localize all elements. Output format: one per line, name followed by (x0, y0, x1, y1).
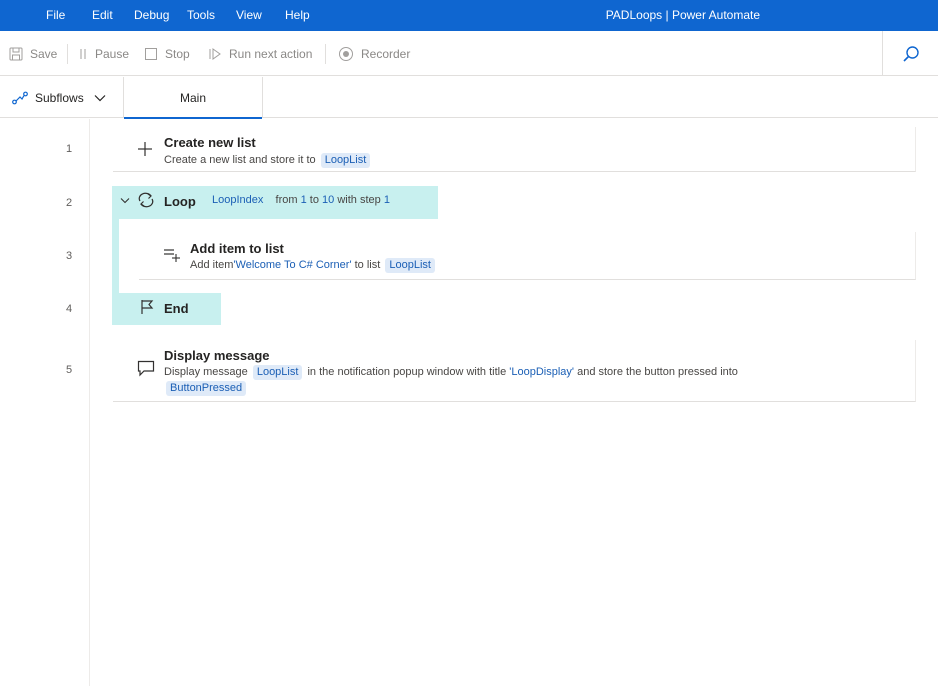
from-text: from (275, 194, 298, 206)
variable-chip[interactable]: LoopIndex (208, 193, 267, 208)
description-text: to list (354, 259, 381, 271)
action-title: Add item to list (190, 241, 284, 256)
pause-label: Pause (95, 46, 130, 61)
description-text: Create a new list and store it to (164, 154, 316, 166)
flow-designer: 1 2 3 4 5 Create new list Create a new l… (0, 119, 938, 686)
plus-icon (138, 142, 152, 156)
flag-icon (141, 300, 154, 314)
action-description: Create a new list and store it to LoopLi… (164, 153, 372, 168)
stop-icon (145, 47, 157, 60)
description-text: in the notification popup window with ti… (307, 366, 507, 378)
action-description: Add item'Welcome To C# Corner' to list L… (190, 258, 437, 273)
menu-view[interactable]: View (236, 0, 262, 31)
save-label: Save (30, 46, 58, 61)
action-title: Create new list (164, 135, 256, 150)
description-text: Add item (190, 259, 234, 271)
pause-icon (80, 48, 86, 59)
description-text: and store the button pressed into (577, 366, 738, 378)
step-text: with step (337, 194, 381, 206)
tab-main[interactable]: Main (124, 77, 263, 119)
description-text: Display message (164, 366, 248, 378)
chevron-down-icon[interactable] (120, 197, 130, 205)
step-forward-icon (209, 47, 221, 60)
variable-chip[interactable]: LoopList (320, 153, 371, 168)
action-title: Display message (164, 348, 270, 363)
menu-help[interactable]: Help (285, 0, 310, 31)
run-next-action-label: Run next action (229, 46, 313, 61)
item-literal: 'Welcome To C# Corner' (233, 259, 352, 271)
menu-tools[interactable]: Tools (187, 0, 215, 31)
to-value: 10 (322, 194, 335, 206)
subflows-icon (12, 91, 28, 104)
title-literal: 'LoopDisplay' (509, 366, 575, 378)
from-value: 1 (300, 194, 307, 206)
line-number: 3 (66, 250, 73, 262)
stop-button[interactable]: Stop (144, 31, 190, 76)
stop-label: Stop (165, 46, 190, 61)
action-display-message[interactable]: Display message Display message LoopList… (113, 340, 916, 402)
message-icon (137, 360, 155, 377)
subflows-label: Subflows (35, 90, 84, 105)
title-bar: File Edit Debug Tools View Help PADLoops… (0, 0, 938, 31)
action-title: Loop (164, 194, 196, 209)
search-icon (902, 45, 919, 62)
recorder-label: Recorder (361, 46, 411, 61)
action-add-item-to-list[interactable]: Add item to list Add item'Welcome To C# … (139, 232, 916, 280)
line-number: 2 (66, 197, 73, 209)
menu-debug[interactable]: Debug (134, 0, 169, 31)
variable-chip[interactable]: LoopList (385, 258, 435, 273)
add-to-list-icon (164, 249, 180, 262)
action-create-new-list[interactable]: Create new list Create a new list and st… (113, 127, 916, 172)
variable-chip[interactable]: ButtonPressed (166, 381, 247, 396)
menu-file[interactable]: File (46, 0, 65, 31)
line-number: 4 (66, 303, 73, 315)
toolbar-divider (67, 44, 68, 64)
tabs-row: Subflows Main (0, 77, 938, 119)
action-end[interactable]: End (112, 293, 221, 325)
run-next-action-button[interactable]: Run next action (208, 31, 312, 76)
line-number: 1 (66, 143, 73, 155)
step-value: 1 (383, 194, 390, 206)
save-button[interactable]: Save (9, 31, 57, 76)
pause-button[interactable]: Pause (78, 31, 129, 76)
action-title: End (164, 301, 189, 316)
record-icon (339, 46, 353, 61)
line-number: 5 (66, 364, 73, 376)
toolbar-divider (325, 44, 326, 64)
search-button[interactable] (882, 31, 938, 76)
toolbar: Save Pause Stop Run next action Recorder (0, 31, 938, 76)
chevron-down-icon (94, 94, 106, 101)
tab-main-label: Main (179, 90, 206, 105)
loop-description: LoopIndex from 1 to 10 with step 1 (206, 193, 390, 208)
menu-edit[interactable]: Edit (92, 0, 113, 31)
action-description: Display message LoopList in the notifica… (164, 365, 738, 380)
save-icon (9, 47, 23, 60)
app-title: PADLoops | Power Automate (605, 8, 760, 22)
action-description-line2: ButtonPressed (164, 381, 248, 396)
subflows-dropdown[interactable]: Subflows (0, 77, 124, 118)
to-text: to (309, 194, 319, 206)
recorder-button[interactable]: Recorder (338, 31, 410, 76)
variable-chip[interactable]: LoopList (252, 365, 303, 380)
action-loop[interactable]: Loop LoopIndex from 1 to 10 with step 1 (112, 186, 438, 219)
loop-icon (138, 192, 154, 208)
